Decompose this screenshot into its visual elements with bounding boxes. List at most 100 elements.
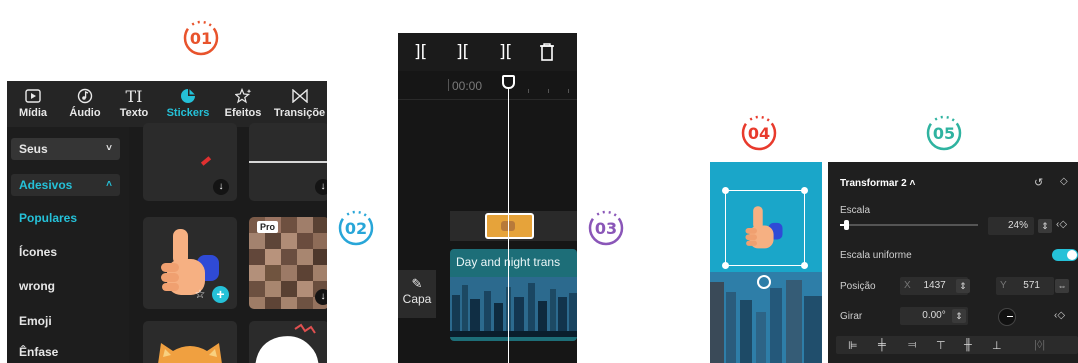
step-badge-04: 04 — [740, 114, 778, 152]
rotate-dial[interactable] — [998, 308, 1016, 326]
time-ruler: 00:00 — [398, 71, 577, 100]
sidebar-item-emoji[interactable]: Emoji — [11, 310, 120, 332]
tab-label: Stickers — [166, 107, 210, 119]
reset-icon[interactable]: ↺ — [1034, 176, 1043, 189]
sidebar-item-enfase[interactable]: Ênfase — [11, 341, 120, 363]
sparkle-star-icon — [234, 87, 251, 103]
playhead-handle[interactable] — [502, 75, 515, 89]
red-mark — [200, 156, 212, 166]
timecode-label: 00:00 — [452, 79, 483, 93]
media-play-icon — [25, 89, 41, 103]
section-title[interactable]: Transformar 2 ˄ — [840, 178, 915, 189]
tab-text[interactable]: TI Texto — [108, 86, 160, 126]
sticker-card-thumbs-up[interactable]: ☆ + — [143, 217, 237, 309]
cover-label: Capa — [402, 292, 432, 306]
stepper-icon[interactable]: ⇕ — [956, 279, 970, 293]
sticker-card-pro[interactable]: Pro ↓ — [249, 217, 327, 309]
step-badge-label: 03 — [594, 218, 618, 238]
sidebar-item-label: Ícones — [19, 245, 58, 259]
align-vcenter-icon[interactable]: ╫ — [964, 339, 972, 351]
resize-handle[interactable] — [801, 262, 808, 269]
sticker-card[interactable]: ↓ — [143, 123, 237, 201]
position-y-field[interactable]: Y 571 — [996, 277, 1054, 295]
tab-label: Áudio — [69, 107, 101, 119]
sticker-card-ghost[interactable] — [249, 321, 327, 363]
sidebar-item-label: Emoji — [19, 314, 52, 328]
thumbs-up-sticker — [745, 206, 783, 249]
sidebar-item-wrong[interactable]: wrong — [11, 275, 120, 297]
stepper-icon[interactable]: ⇔ — [1055, 279, 1069, 293]
keyframe-icon[interactable]: ‹◇ — [1054, 310, 1065, 321]
step-badge-label: 05 — [932, 123, 956, 143]
sticker-clip[interactable] — [485, 213, 534, 239]
delete-trash-icon[interactable] — [539, 33, 555, 71]
keyframe-icon[interactable]: ◇ — [1060, 176, 1068, 187]
pencil-icon: ✎ — [411, 276, 423, 291]
tab-media[interactable]: Mídia — [7, 86, 59, 126]
tab-audio[interactable]: Áudio — [59, 86, 111, 126]
step-badge-label: 02 — [344, 218, 368, 238]
align-hcenter-icon[interactable]: ╪ — [878, 339, 886, 351]
sticker-card-cat[interactable] — [143, 321, 237, 363]
align-bottom-icon[interactable]: ⊥ — [992, 339, 1002, 352]
sticker-category-sidebar: Seus ˅ Adesivos ˄ Populares Ícones wrong… — [7, 127, 129, 363]
tab-stickers[interactable]: Stickers — [160, 86, 216, 126]
tab-label: Mídia — [18, 107, 48, 119]
tab-transitions[interactable]: Transiçõe — [272, 86, 327, 126]
step-badge-label: 04 — [747, 123, 771, 143]
sticker-card[interactable]: ↓ — [249, 123, 327, 201]
sticker-selection-box[interactable] — [722, 187, 808, 269]
split-icon[interactable]: ][ — [414, 33, 427, 71]
flip-icon[interactable]: |◊| — [1034, 339, 1045, 351]
favorite-star-icon[interactable]: ☆ — [193, 287, 207, 301]
sidebar-item-icones[interactable]: Ícones — [11, 241, 120, 263]
sidebar-item-populares[interactable]: Populares — [11, 207, 120, 229]
download-icon[interactable]: ↓ — [315, 179, 327, 195]
step-badge-02: 02 — [337, 209, 375, 247]
chevron-down-icon: ˅ — [106, 143, 112, 154]
rotate-handle-icon[interactable] — [757, 275, 771, 289]
resize-handle[interactable] — [722, 187, 729, 194]
stepper-icon[interactable]: ⇕ — [952, 309, 966, 323]
align-toolbar: ⊫ ╪ ⫤ ⊤ ╫ ⊥ |◊| — [836, 336, 1078, 354]
stickers-panel: Mídia Áudio TI Texto Stickers Efeitos Tr… — [7, 81, 327, 363]
rotate-value: 0.00° — [922, 310, 946, 321]
bowtie-transition-icon — [291, 89, 308, 103]
sidebar-item-label: wrong — [19, 279, 55, 293]
keyframe-icon[interactable]: ‹◇ — [1056, 219, 1067, 230]
pos-y-label: Y — [1000, 280, 1007, 291]
timeline-panel: ][ ][ ][ 00:00 ✎ Capa Day and night tran… — [398, 33, 577, 363]
download-icon[interactable]: ↓ — [213, 179, 229, 195]
sidebar-item-seus[interactable]: Seus ˅ — [11, 138, 120, 160]
trim-left-icon[interactable]: ][ — [456, 33, 469, 71]
tab-effects[interactable]: Efeitos — [217, 86, 269, 126]
cat-sticker — [158, 343, 222, 363]
resize-handle[interactable] — [722, 262, 729, 269]
chevron-up-icon: ˄ — [106, 179, 112, 190]
stepper-icon[interactable]: ⇕ — [1038, 219, 1052, 233]
slider-thumb[interactable] — [844, 220, 849, 230]
align-right-icon[interactable]: ⫤ — [908, 339, 916, 352]
resize-handle[interactable] — [801, 187, 808, 194]
step-badge-05: 05 — [925, 114, 963, 152]
video-clip[interactable]: Day and night trans — [450, 249, 577, 341]
scale-slider[interactable] — [840, 220, 978, 230]
align-top-icon[interactable]: ⊤ — [936, 339, 946, 352]
step-badge-01: 01 — [182, 19, 220, 57]
sidebar-item-adesivos[interactable]: Adesivos ˄ — [11, 174, 120, 196]
pro-badge: Pro — [257, 221, 279, 233]
align-left-icon[interactable]: ⊫ — [848, 339, 858, 352]
scale-value-field[interactable]: 24% — [988, 217, 1034, 235]
download-icon[interactable]: ↓ — [315, 289, 327, 305]
trim-right-icon[interactable]: ][ — [499, 33, 512, 71]
uniform-scale-label: Escala uniforme — [840, 250, 912, 261]
sticker-icon — [181, 89, 195, 103]
add-plus-icon[interactable]: + — [212, 286, 229, 303]
step-badge-label: 01 — [189, 28, 213, 48]
scale-value: 24% — [1007, 220, 1028, 231]
tab-label: Efeitos — [224, 107, 262, 119]
ghost-sticker — [255, 323, 319, 363]
sidebar-item-label: Seus — [19, 142, 48, 156]
uniform-scale-toggle[interactable] — [1052, 249, 1078, 261]
cover-button[interactable]: ✎ Capa — [398, 270, 436, 318]
